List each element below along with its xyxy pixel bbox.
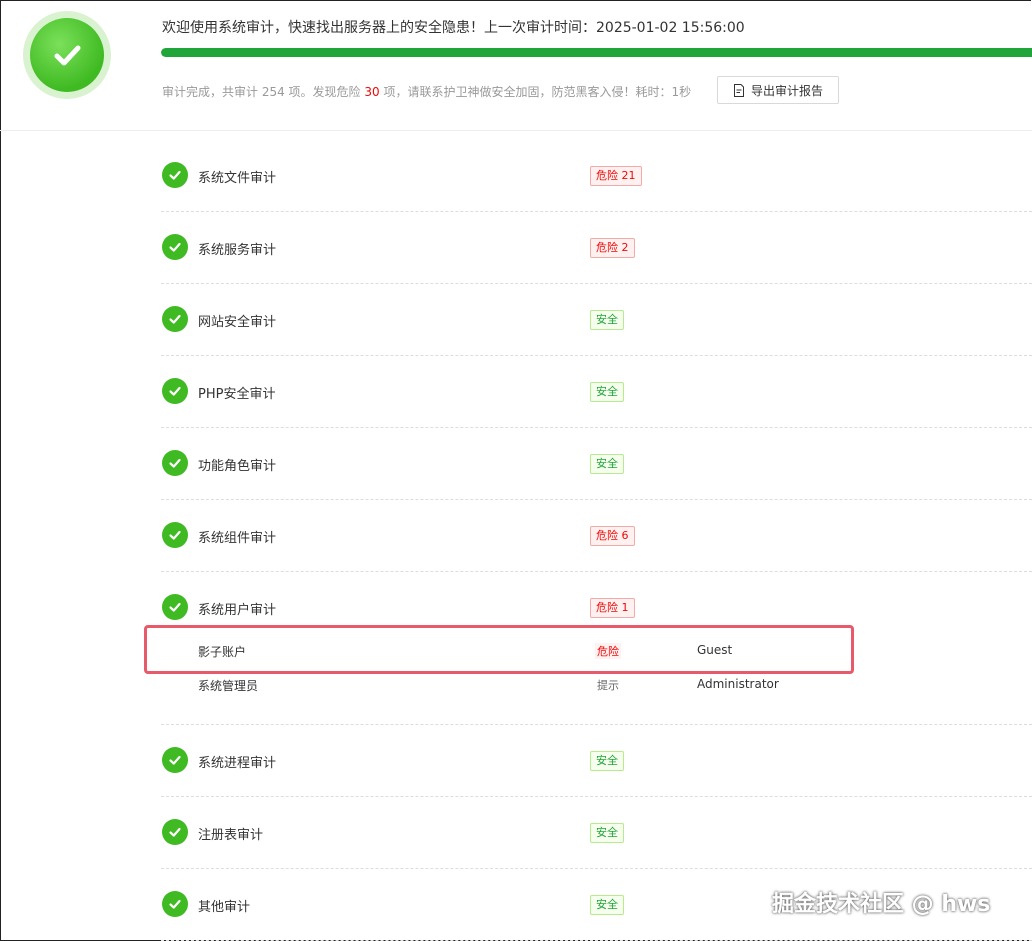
user-detail-row: 系统管理员 提示 Administrator (161, 668, 1032, 702)
audit-status-badge[interactable]: 安全 (590, 310, 624, 330)
welcome-text: 欢迎使用系统审计，快速找出服务器上的安全隐患！上一次审计时间：2025-01-0… (162, 20, 745, 36)
check-circle-icon (162, 450, 188, 476)
export-report-button[interactable]: 导出审计报告 (717, 76, 839, 104)
watermark: 掘金技术社区 @ hws (772, 892, 991, 917)
user-detail-name: 影子账户 (198, 645, 247, 659)
audit-status-badge[interactable]: 安全 (590, 895, 624, 915)
user-detail-tag: 提示 (597, 679, 619, 692)
audit-item-row[interactable]: 网站安全审计 安全 (161, 284, 1032, 356)
check-circle-icon (162, 891, 188, 917)
audit-item-label: PHP安全审计 (198, 387, 276, 402)
user-detail-tag: 危险 (595, 643, 621, 659)
check-circle-icon (162, 522, 188, 548)
audit-header: 欢迎使用系统审计，快速找出服务器上的安全隐患！上一次审计时间：2025-01-0… (0, 0, 1032, 131)
audit-status-badge[interactable]: 安全 (590, 382, 624, 402)
audit-item-label: 其他审计 (198, 900, 251, 915)
audit-item-row[interactable]: 注册表审计 安全 (161, 797, 1032, 869)
audit-item-row[interactable]: 系统进程审计 安全 (161, 725, 1032, 797)
audit-item-label: 系统用户审计 (198, 603, 277, 618)
audit-complete-badge (23, 11, 111, 99)
audit-item-row[interactable]: 系统用户审计 危险 1 影子账户 危险 Guest 系统管理员 提示 Administrato… (161, 572, 1032, 725)
audit-status-badge[interactable]: 安全 (590, 823, 624, 843)
check-circle-icon (162, 819, 188, 845)
check-circle-icon (162, 594, 188, 620)
audit-item-row[interactable]: 系统组件审计 危险 6 (161, 500, 1032, 572)
export-report-label: 导出审计报告 (750, 83, 823, 98)
audit-item-row[interactable]: 功能角色审计 安全 (161, 428, 1032, 500)
audit-item-label: 系统组件审计 (198, 531, 277, 546)
audit-item-label: 功能角色审计 (198, 459, 277, 474)
audit-item-label: 注册表审计 (198, 828, 264, 843)
audit-item-row[interactable]: 系统文件审计 危险 21 (161, 140, 1032, 212)
check-circle-icon (162, 306, 188, 332)
check-circle-icon (162, 378, 188, 404)
audit-item-row[interactable]: PHP安全审计 安全 (161, 356, 1032, 428)
user-detail-value: Guest (697, 643, 733, 657)
audit-progress-fill (161, 48, 1032, 57)
audit-item-label: 网站安全审计 (198, 315, 277, 330)
check-circle-icon (162, 747, 188, 773)
check-circle-icon (162, 162, 188, 188)
report-icon (733, 83, 744, 97)
check-icon (30, 18, 104, 92)
audit-summary: 审计完成，共审计 254 项。发现危险 30 项，请联系护卫神做安全加固，防范黑… (162, 83, 691, 100)
summary-suffix: 项，请联系护卫神做安全加固，防范黑客入侵！耗时：1秒 (379, 85, 692, 99)
audit-status-badge[interactable]: 危险 21 (590, 166, 642, 186)
audit-item-label: 系统进程审计 (198, 756, 277, 771)
audit-item-list: 系统文件审计 危险 21 系统服务审计 危险 2 网站安全审计 安全 PHP安全审计 安全 功能… (161, 140, 1032, 941)
audit-status-badge[interactable]: 安全 (590, 751, 624, 771)
audit-status-badge[interactable]: 危险 1 (590, 598, 635, 618)
user-detail-name: 系统管理员 (198, 679, 259, 693)
check-circle-icon (162, 234, 188, 260)
audit-status-badge[interactable]: 危险 6 (590, 526, 635, 546)
danger-count: 30 (364, 85, 380, 99)
audit-progress-bar (161, 48, 1032, 57)
user-detail-row: 影子账户 危险 Guest (161, 634, 1032, 668)
audit-item-label: 系统服务审计 (198, 243, 277, 258)
summary-prefix: 审计完成，共审计 254 项。发现危险 (162, 85, 365, 99)
audit-status-badge[interactable]: 危险 2 (590, 238, 635, 258)
audit-status-badge[interactable]: 安全 (590, 454, 624, 474)
audit-item-label: 系统文件审计 (198, 171, 277, 186)
user-detail-value: Administrator (697, 677, 779, 691)
audit-item-row[interactable]: 系统服务审计 危险 2 (161, 212, 1032, 284)
